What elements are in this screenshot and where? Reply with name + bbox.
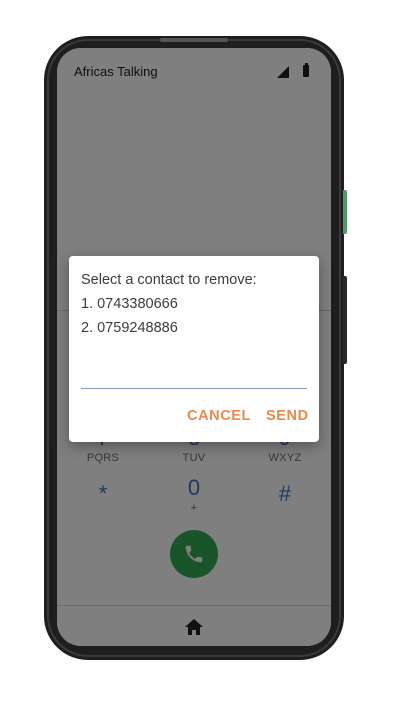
ussd-dialog: Select a contact to remove: 1. 074338066… <box>69 256 319 442</box>
phone-speaker <box>160 38 228 42</box>
volume-button[interactable] <box>343 276 347 364</box>
contact-option: 2. 0759248886 <box>81 320 178 336</box>
cancel-button[interactable]: CANCEL <box>187 408 251 424</box>
power-button[interactable] <box>343 190 347 234</box>
dialog-message: Select a contact to remove: <box>81 272 257 288</box>
send-button[interactable]: SEND <box>266 408 309 424</box>
contact-option: 1. 0743380666 <box>81 296 178 312</box>
response-input[interactable] <box>81 372 307 389</box>
